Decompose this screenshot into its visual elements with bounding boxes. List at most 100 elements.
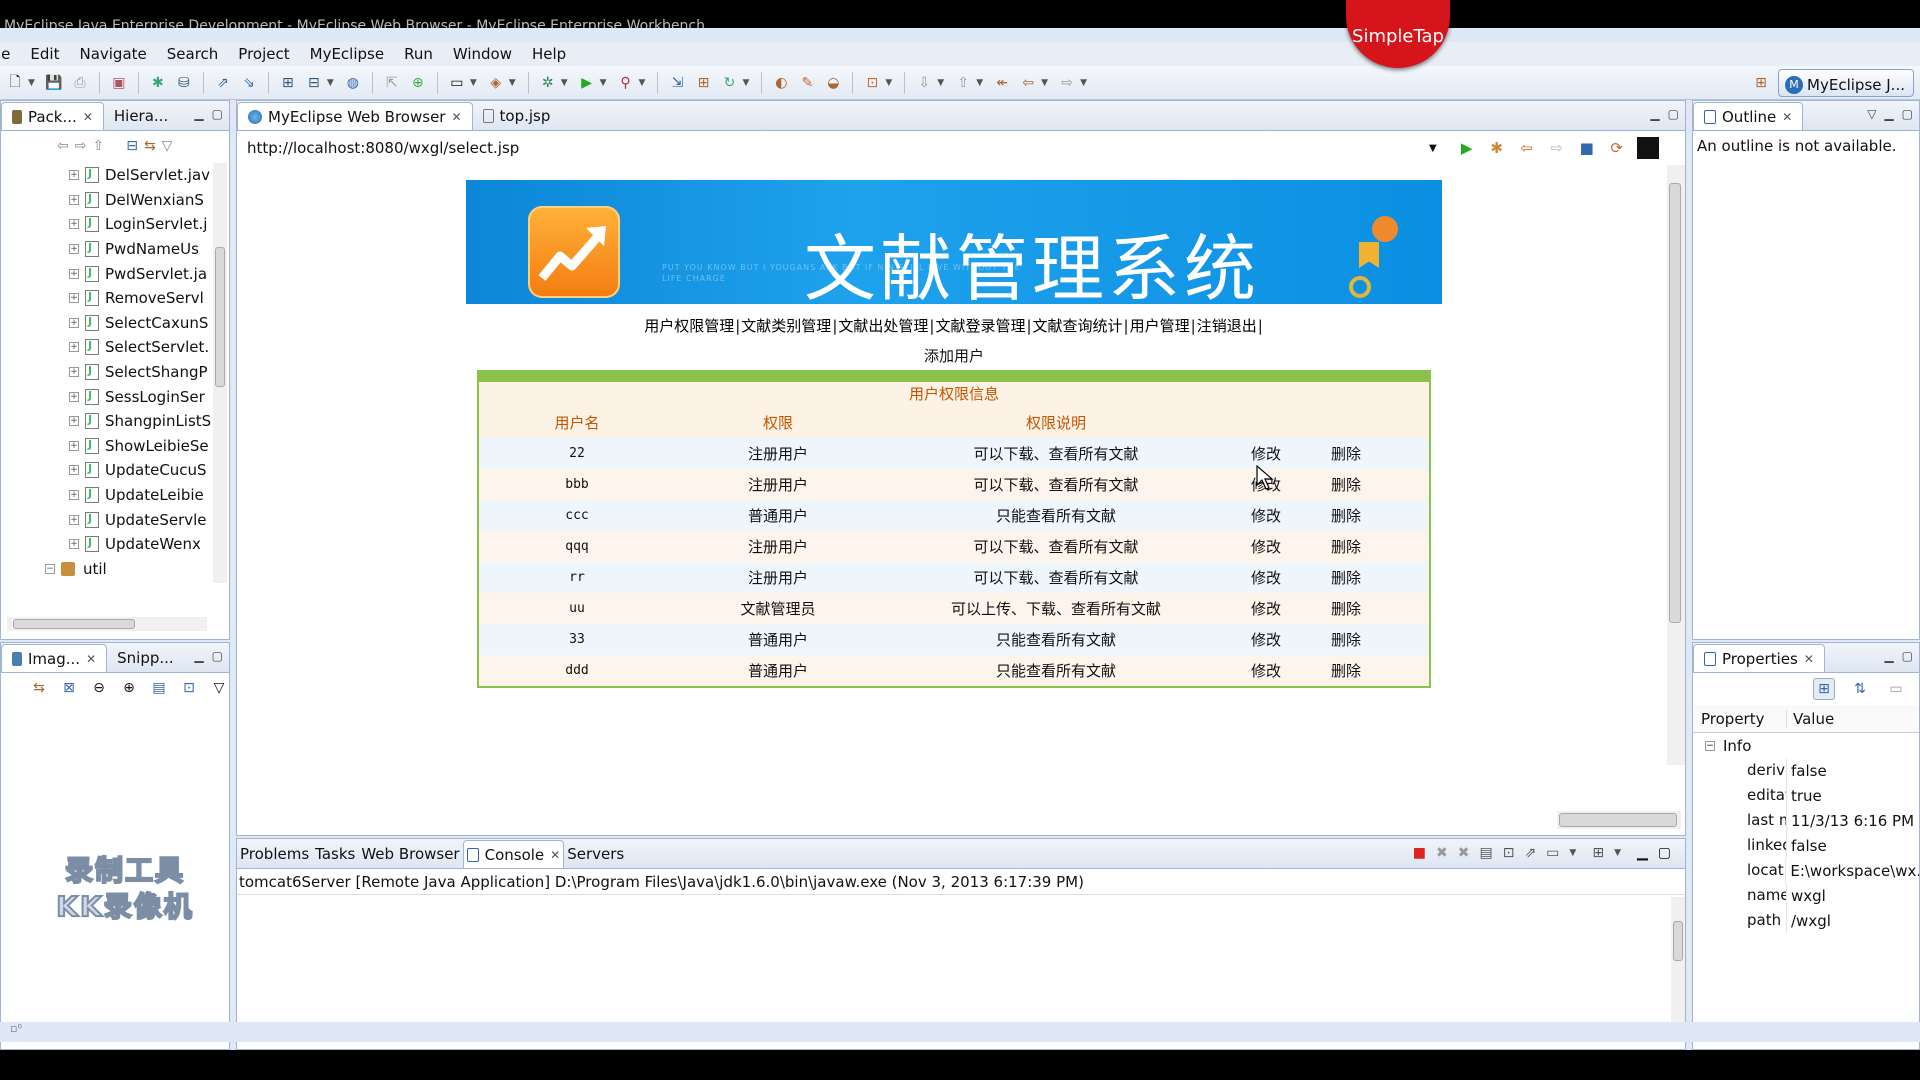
edit-link[interactable]: 修改 (1231, 567, 1301, 588)
build-icon[interactable]: ✱ (147, 72, 169, 94)
print-icon[interactable]: ⎙ (69, 72, 91, 94)
edit-link[interactable]: 修改 (1231, 536, 1301, 557)
maximize-icon[interactable]: ▢ (1902, 649, 1913, 663)
tab-tasks[interactable]: Tasks (312, 840, 358, 868)
server-dropdown-icon[interactable]: ▼ (327, 78, 334, 88)
remove-launch-icon[interactable]: ✖ (1436, 845, 1448, 861)
tree-item-java-file[interactable]: + UpdateLeibie (1, 483, 215, 508)
tab-properties[interactable]: Properties ✕ (1693, 644, 1825, 672)
expand-icon[interactable]: + (69, 514, 79, 525)
open-console-icon[interactable]: ⊞ (1592, 845, 1604, 861)
menu-item[interactable]: Help (522, 45, 576, 63)
minimize-icon[interactable]: ▁ (1884, 107, 1893, 121)
delete-link[interactable]: 删除 (1301, 443, 1391, 464)
tab-hierarchy[interactable]: Hiera... (104, 102, 178, 130)
show-advanced-icon[interactable]: ⇅ (1849, 678, 1871, 700)
scroll-lock-icon[interactable]: ⊡ (1503, 845, 1515, 861)
menu-item[interactable]: MyEclipse (300, 45, 394, 63)
close-icon[interactable]: ✕ (1782, 110, 1792, 124)
open-file-icon[interactable]: ⊡ (861, 72, 883, 94)
expand-icon[interactable]: + (69, 440, 79, 451)
refresh-icon[interactable]: ⟳ (1607, 138, 1627, 158)
delete-link[interactable]: 删除 (1301, 598, 1391, 619)
remove-all-icon[interactable]: ✖ (1458, 845, 1470, 861)
new-package-icon[interactable]: ⊞ (692, 72, 714, 94)
tree-item-java-file[interactable]: + ShangpinListS (1, 409, 215, 434)
close-icon[interactable]: ✕ (86, 652, 96, 666)
deploy-icon[interactable]: ⛁ (173, 72, 195, 94)
stop-server-icon[interactable]: ⇘ (238, 72, 260, 94)
external-tools-dropdown-icon[interactable]: ▼ (639, 78, 646, 88)
run-server-icon[interactable]: ⇗ (212, 72, 234, 94)
show-categories-icon[interactable]: ⊞ (1813, 678, 1835, 700)
expand-icon[interactable]: + (69, 317, 79, 328)
view-menu-icon[interactable]: ▽ (162, 138, 173, 154)
delete-link[interactable]: 删除 (1301, 567, 1391, 588)
close-icon[interactable]: ✕ (1804, 652, 1814, 666)
view-menu-icon[interactable]: ▽ (1867, 107, 1876, 121)
browser-icon[interactable]: ◍ (342, 72, 364, 94)
new-web-icon[interactable]: ◈ (485, 72, 507, 94)
run-icon[interactable]: ▶ (576, 72, 598, 94)
scrollbar-thumb[interactable] (215, 247, 225, 387)
delete-link[interactable]: 删除 (1301, 536, 1391, 557)
add-icon[interactable]: ⊕ (407, 72, 429, 94)
maximize-icon[interactable]: ▢ (1658, 845, 1671, 861)
server-icon[interactable]: ⊟ (303, 72, 325, 94)
property-row[interactable]: editat true (1693, 783, 1919, 808)
new-class-dropdown-icon[interactable]: ▼ (742, 78, 749, 88)
new-class-icon[interactable]: ↻ (718, 72, 740, 94)
open-icon[interactable]: ⇱ (381, 72, 403, 94)
screenshot-icon[interactable]: ▭ (446, 72, 468, 94)
tree-item-java-file[interactable]: + PwdNameUs (1, 237, 215, 262)
new-icon[interactable]: 🗋 (4, 72, 26, 94)
menu-item[interactable]: Window (443, 45, 522, 63)
edit-link[interactable]: 修改 (1231, 660, 1301, 681)
clear-console-icon[interactable]: ▤ (1479, 845, 1492, 861)
view-menu-icon[interactable]: ▽ (211, 678, 227, 698)
menu-item[interactable]: Navigate (69, 45, 156, 63)
close-icon[interactable]: ✕ (451, 110, 461, 124)
tab-outline[interactable]: Outline ✕ (1693, 102, 1804, 130)
tree-item-java-file[interactable]: + UpdateWenx (1, 532, 215, 557)
scrollbar-thumb[interactable] (1669, 183, 1681, 623)
actual-size-icon[interactable]: ▤ (151, 678, 167, 698)
fit-window-icon[interactable]: ⊡ (181, 678, 197, 698)
edit-icon[interactable]: ✎ (796, 72, 818, 94)
nav-link[interactable]: 用户权限管理 (644, 317, 734, 335)
tab-package-explorer[interactable]: Pack... ✕ (1, 102, 104, 130)
maximize-icon[interactable]: ▢ (212, 107, 223, 121)
zoom-out-icon[interactable]: ⊖ (91, 678, 107, 698)
forward-dropdown-icon[interactable]: ▼ (1080, 78, 1087, 88)
tree-item-java-file[interactable]: + SelectCaxunS (1, 311, 215, 336)
open-folder-icon[interactable]: ◐ (770, 72, 792, 94)
tree-item-java-file[interactable]: + PwdServlet.ja (1, 261, 215, 286)
expand-icon[interactable]: + (69, 194, 79, 205)
expand-icon[interactable]: + (69, 465, 79, 476)
property-row[interactable]: path/wxgl (1693, 908, 1919, 933)
menu-item[interactable]: Search (157, 45, 229, 63)
close-icon[interactable]: ✕ (83, 110, 93, 124)
tree-item-java-file[interactable]: + ShowLeibieSe (1, 434, 215, 459)
debug-icon[interactable]: ✲ (537, 72, 559, 94)
open-perspective-icon[interactable]: ⊞ (1750, 72, 1772, 94)
nav-link[interactable]: 用户管理 (1130, 317, 1190, 335)
tree-vertical-scrollbar[interactable] (213, 163, 227, 583)
tree-item-java-file[interactable]: + UpdateCucuS (1, 458, 215, 483)
maximize-icon[interactable]: ▢ (1902, 107, 1913, 121)
minimize-icon[interactable]: ▁ (1637, 845, 1648, 861)
menu-item[interactable]: Edit (20, 45, 69, 63)
forward-icon[interactable]: ⇨ (1547, 138, 1567, 158)
tree-horizontal-scrollbar[interactable] (7, 617, 207, 631)
expand-icon[interactable]: + (69, 293, 79, 304)
fit-image-icon[interactable]: ⊠ (61, 678, 77, 698)
scrollbar-thumb[interactable] (13, 619, 135, 629)
nav-link[interactable]: 注销退出 (1197, 317, 1257, 335)
terminate-icon[interactable]: ■ (1413, 845, 1426, 861)
next-annotation-icon[interactable]: ⇩ (913, 72, 935, 94)
external-tools-icon[interactable]: ⚲ (615, 72, 637, 94)
nav-link[interactable]: 文献类别管理 (741, 317, 831, 335)
back-icon[interactable]: ⇦ (1017, 72, 1039, 94)
expand-icon[interactable]: + (69, 391, 79, 402)
screenshot-dropdown-icon[interactable]: ▼ (470, 78, 477, 88)
